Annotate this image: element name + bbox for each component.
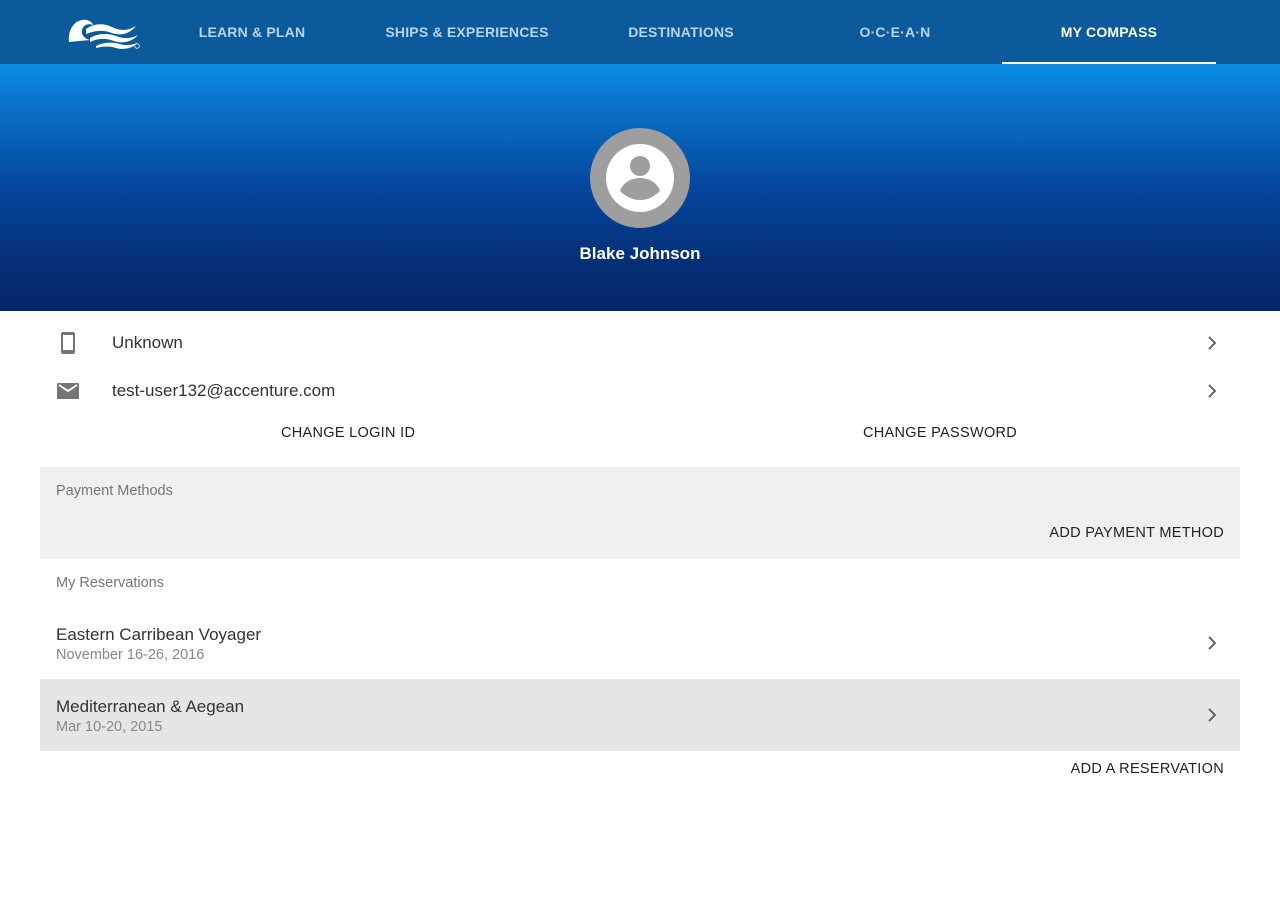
add-reservation-button[interactable]: ADD A RESERVATION [1071,761,1224,777]
phone-row[interactable]: Unknown [40,319,1240,367]
chevron-right-icon [1206,384,1218,398]
reservation-title: Mediterranean & Aegean [56,697,245,716]
reservation-item[interactable]: Eastern Carribean Voyager November 16-26… [40,607,1240,679]
nav-item-ocean[interactable]: O·C·E·A·N [800,0,990,64]
reservation-title: Eastern Carribean Voyager [56,625,262,644]
payment-methods-heading: Payment Methods [56,483,173,499]
nav-item-label: MY COMPASS [1060,24,1158,40]
account-circle-icon [606,144,674,212]
chevron-right-icon [1206,636,1218,650]
nav-item-my-compass[interactable]: MY COMPASS [1002,0,1216,64]
nav-item-ships-experiences[interactable]: SHIPS & EXPERIENCES [352,0,582,64]
email-row[interactable]: test-user132@accenture.com [40,367,1240,415]
nav-item-label: SHIPS & EXPERIENCES [385,24,549,40]
reservation-dates: Mar 10-20, 2015 [56,719,163,735]
add-payment-method-button[interactable]: ADD PAYMENT METHOD [1049,525,1224,541]
email-icon [56,379,80,403]
email-value: test-user132@accenture.com [112,381,336,400]
phone-value: Unknown [112,333,183,352]
profile-hero-banner: Blake Johnson [0,64,1280,311]
nav-item-label: DESTINATIONS [628,24,734,40]
my-reservations-heading: My Reservations [56,575,164,591]
avatar[interactable] [590,128,690,228]
change-password-button[interactable]: CHANGE PASSWORD [863,425,1017,441]
change-login-id-button[interactable]: CHANGE LOGIN ID [281,425,415,441]
nav-item-label: O·C·E·A·N [859,24,931,40]
profile-name: Blake Johnson [579,244,701,263]
reservation-dates: November 16-26, 2016 [56,647,205,663]
smartphone-icon [56,331,80,355]
chevron-right-icon [1206,708,1218,722]
princess-cruises-logo-icon[interactable] [66,12,142,52]
chevron-right-icon [1206,336,1218,350]
nav-item-learn-plan[interactable]: LEARN & PLAN [162,0,342,64]
payment-methods-panel: Payment Methods ADD PAYMENT METHOD [40,467,1240,559]
reservation-item[interactable]: Mediterranean & Aegean Mar 10-20, 2015 [40,679,1240,751]
nav-item-destinations[interactable]: DESTINATIONS [590,0,772,64]
nav-item-label: LEARN & PLAN [198,24,306,40]
top-navigation-bar: LEARN & PLAN SHIPS & EXPERIENCES DESTINA… [0,0,1280,64]
